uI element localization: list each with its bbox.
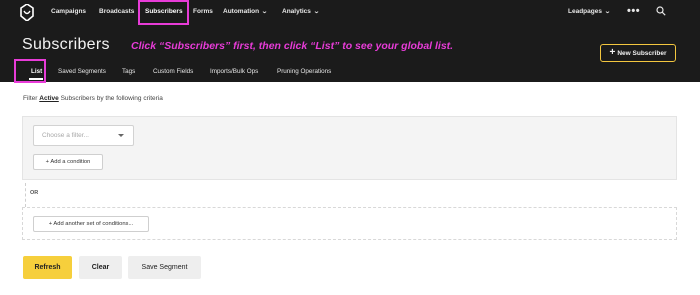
add-condition-button[interactable]: + Add a condition xyxy=(33,154,103,170)
nav-campaigns[interactable]: Campaigns xyxy=(51,8,86,15)
filter-description: Filter Active Subscribers by the followi… xyxy=(23,95,163,102)
instruction-annotation: Click “Subscribers” first, then click “L… xyxy=(131,40,454,52)
page-title: Subscribers xyxy=(22,36,110,53)
chevron-down-icon: ⌄ xyxy=(313,9,320,15)
or-divider xyxy=(25,183,26,207)
filter-suffix: Subscribers by the following criteria xyxy=(60,95,163,102)
subscribers-highlight xyxy=(138,0,189,25)
nav-automation[interactable]: Automation ⌄ xyxy=(223,8,268,15)
chevron-down-icon: ⌄ xyxy=(261,9,268,15)
chevron-down-icon: ⌄ xyxy=(604,9,611,15)
add-condition-set-button[interactable]: + Add another set of conditions... xyxy=(33,216,149,232)
tab-pruning-operations[interactable]: Pruning Operations xyxy=(277,68,331,75)
new-subscriber-label: New Subscriber xyxy=(617,49,667,57)
nav-broadcasts[interactable]: Broadcasts xyxy=(99,8,134,15)
condition-set-panel: Choose a filter... + Add a condition xyxy=(22,116,677,180)
app-header: Campaigns Broadcasts Subscribers Forms A… xyxy=(0,0,700,83)
account-menu[interactable]: Leadpages ⌄ xyxy=(568,8,611,15)
app-logo-icon[interactable] xyxy=(19,4,35,21)
new-subscriber-button[interactable]: + New Subscriber xyxy=(600,44,676,62)
clear-button[interactable]: Clear xyxy=(79,256,122,279)
account-name: Leadpages xyxy=(568,8,602,15)
search-icon[interactable] xyxy=(656,6,666,16)
or-label: OR xyxy=(30,190,39,196)
tab-tags[interactable]: Tags xyxy=(122,68,135,75)
list-highlight xyxy=(14,59,46,83)
filter-select[interactable]: Choose a filter... xyxy=(33,125,134,146)
more-icon[interactable]: ••• xyxy=(627,5,640,17)
tab-imports-bulk-ops[interactable]: Imports/Bulk Ops xyxy=(210,68,258,75)
status-dropdown[interactable]: Active xyxy=(39,95,59,102)
nav-analytics[interactable]: Analytics ⌄ xyxy=(282,8,320,15)
nav-forms[interactable]: Forms xyxy=(193,8,213,15)
filter-prefix: Filter xyxy=(23,95,38,102)
tab-saved-segments[interactable]: Saved Segments xyxy=(58,68,106,75)
nav-analytics-label: Analytics xyxy=(282,8,311,15)
top-nav: Campaigns Broadcasts Subscribers Forms A… xyxy=(0,0,700,26)
plus-icon: + xyxy=(609,47,616,58)
save-segment-button[interactable]: Save Segment xyxy=(128,256,201,279)
caret-down-icon xyxy=(118,134,124,137)
filter-select-placeholder: Choose a filter... xyxy=(42,132,89,139)
nav-automation-label: Automation xyxy=(223,8,260,15)
add-set-panel: + Add another set of conditions... xyxy=(22,207,677,240)
tab-custom-fields[interactable]: Custom Fields xyxy=(153,68,193,75)
refresh-button[interactable]: Refresh xyxy=(23,256,72,279)
